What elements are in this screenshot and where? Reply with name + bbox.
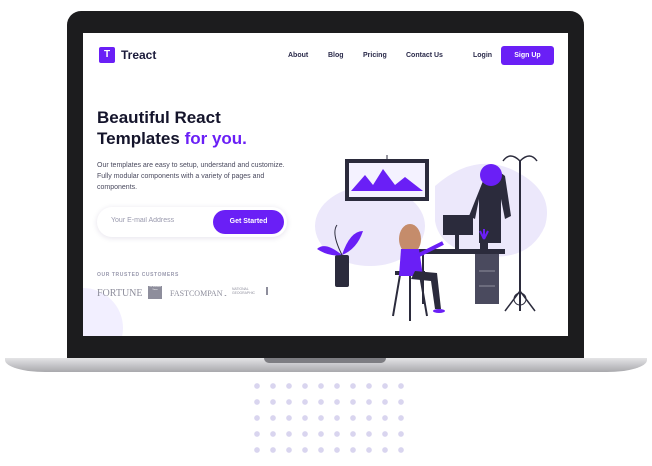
customer-logo-natgeo: NATIONAL GEOGRAPHIC <box>223 287 268 295</box>
nav-link-contact[interactable]: Contact Us <box>406 51 443 60</box>
logo-icon[interactable]: T <box>99 47 115 63</box>
illus-plant-pot <box>335 255 349 287</box>
illus-monitor <box>443 215 473 235</box>
nav-link-blog[interactable]: Blog <box>328 51 344 60</box>
hero-title: Beautiful React Templates for you. <box>97 107 317 149</box>
laptop-notch <box>264 358 386 363</box>
trusted-customers-label: OUR TRUSTED CUSTOMERS <box>97 272 179 278</box>
login-link[interactable]: Login <box>473 51 492 60</box>
laptop-screen: T Treact About Blog Pricing Contact Us L… <box>83 33 568 336</box>
hero-title-line1: Beautiful React <box>97 108 221 127</box>
illustration-woman-at-desk <box>315 155 547 321</box>
customer-logo-fastcompany: FASTCOMPANY <box>170 289 229 298</box>
illus-rack-hooks <box>502 155 538 162</box>
customer-logo-business-times: The Business Times <box>148 286 162 299</box>
email-signup-form: Get Started <box>97 207 287 237</box>
get-started-button[interactable]: Get Started <box>213 210 284 234</box>
hero-title-accent: for you. <box>184 129 247 148</box>
nav-link-about[interactable]: About <box>288 51 308 60</box>
decorative-dot-grid <box>249 378 409 454</box>
hero-title-line2: Templates <box>97 129 180 148</box>
illus-monitor-stand <box>455 235 459 249</box>
signup-button[interactable]: Sign Up <box>501 46 554 65</box>
illus-desk-plant-pot <box>480 239 488 249</box>
illus-desk-drawers <box>475 254 499 304</box>
illus-coat-hood <box>480 164 502 186</box>
hero-description: Our templates are easy to setup, underst… <box>97 162 285 191</box>
illus-woman-legs <box>411 271 441 309</box>
illus-woman-shoe <box>433 309 445 313</box>
customer-logo-fortune: FORTUNE <box>97 288 143 299</box>
brand-name[interactable]: Treact <box>121 47 156 63</box>
email-input[interactable] <box>111 217 211 224</box>
navbar: T Treact About Blog Pricing Contact Us L… <box>83 33 568 77</box>
illus-chair-legs <box>392 274 428 321</box>
nav-link-pricing[interactable]: Pricing <box>363 51 387 60</box>
